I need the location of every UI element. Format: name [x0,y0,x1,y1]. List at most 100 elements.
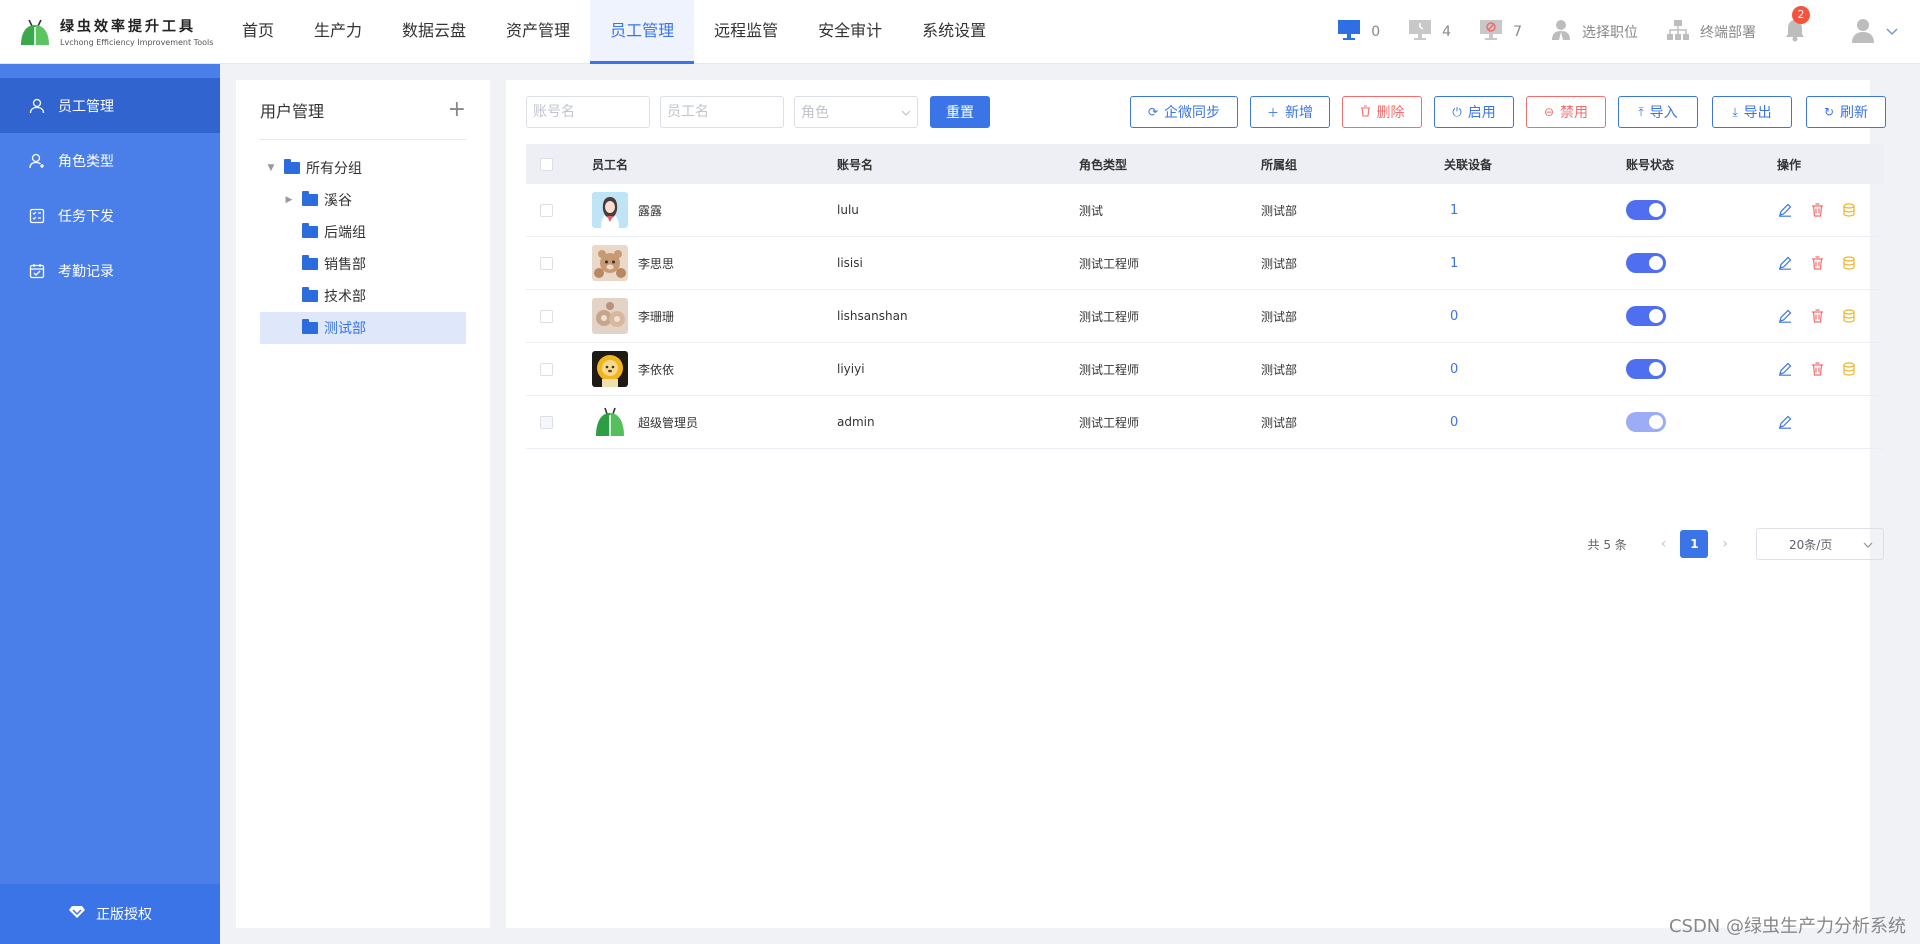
enable-button[interactable]: ⏻ 启用 [1434,96,1514,128]
account-search-input[interactable] [526,96,650,128]
online-count: 0 [1371,24,1381,40]
caret-right-icon[interactable]: ▶ [282,195,296,205]
edit-icon[interactable] [1777,255,1793,271]
tree-node-all-groups[interactable]: ▼ 所有分组 [260,152,466,184]
table-row[interactable]: 露露 lulu 测试 测试部 1 [526,184,1884,237]
add-button[interactable]: ＋ 新增 [1250,96,1330,128]
refresh-icon: ↻ [1823,105,1835,119]
delete-button[interactable]: 删除 [1342,96,1422,128]
group-name: 测试部 [1261,362,1298,377]
col-account-name[interactable]: 账号名 [837,156,1079,173]
notification-button[interactable]: 2 [1784,6,1810,46]
chevron-down-icon [901,104,911,120]
table-row[interactable]: 李珊珊 lishsanshan 测试工程师 测试部 0 [526,290,1884,343]
nav-home[interactable]: 首页 [222,0,294,64]
online-devices[interactable]: 0 [1337,19,1380,45]
col-employee-name[interactable]: 员工名 [592,156,837,173]
status-toggle[interactable] [1626,253,1666,273]
edit-icon[interactable] [1777,414,1793,430]
app-name: 绿虫效率提升工具 [60,19,196,35]
database-icon[interactable] [1841,361,1857,377]
disable-label: 禁用 [1560,105,1589,121]
table-header: 员工名 账号名 角色类型 所属组 关联设备 账号状态 操作 [526,144,1884,184]
task-icon [28,207,46,225]
tree-node-sales[interactable]: 销售部 [260,248,466,280]
delete-icon[interactable] [1809,308,1825,324]
reset-label: 重置 [946,105,974,121]
refresh-button[interactable]: ↻ 刷新 [1806,96,1886,128]
nav-employee-management[interactable]: 员工管理 [590,0,695,64]
device-count[interactable]: 1 [1450,203,1458,218]
nav-security-audit[interactable]: 安全审计 [798,0,902,64]
sidebar-item-task-dispatch[interactable]: 任务下发 [0,188,220,243]
delete-icon[interactable] [1809,361,1825,377]
col-devices[interactable]: 关联设备 [1444,156,1626,173]
row-checkbox[interactable] [540,203,553,217]
wecom-sync-button[interactable]: ⟳ 企微同步 [1130,96,1238,128]
col-role-type[interactable]: 角色类型 [1079,156,1261,173]
table-row[interactable]: 李思思 lisisi 测试工程师 测试部 1 [526,237,1884,290]
bear-avatar [592,245,628,281]
user-icon [28,97,46,115]
page-number-current[interactable]: 1 [1680,530,1709,558]
offline-devices[interactable]: 4 [1408,19,1451,45]
device-count[interactable]: 0 [1450,415,1458,430]
next-page-icon[interactable]: › [1722,536,1728,552]
tree-node-test[interactable]: 测试部 [260,312,466,344]
prev-page-icon[interactable]: ‹ [1661,536,1667,552]
role-select[interactable]: 角色 [794,96,918,128]
sidebar-item-employee-management[interactable]: 员工管理 [0,78,220,133]
sidebar-item-role-type[interactable]: 角色类型 [0,133,220,188]
nav-system-settings[interactable]: 系统设置 [902,0,1006,64]
row-checkbox[interactable] [540,309,553,323]
caret-down-icon[interactable]: ▼ [264,163,278,173]
page-size-select[interactable]: 20条/页 [1756,528,1884,560]
database-icon[interactable] [1841,255,1857,271]
account-name: admin [837,415,875,429]
nav-asset-management[interactable]: 资产管理 [486,0,590,64]
nav-remote-supervision[interactable]: 远程监管 [694,0,798,64]
table-row[interactable]: 李依依 liyiyi 测试工程师 测试部 0 [526,343,1884,396]
user-menu[interactable] [1850,17,1898,47]
sync-label: 企微同步 [1164,105,1221,121]
add-group-button[interactable]: + [448,98,466,121]
status-toggle[interactable] [1626,306,1666,326]
edit-icon[interactable] [1777,202,1793,218]
delete-icon[interactable] [1809,255,1825,271]
reset-button[interactable]: 重置 [930,96,990,128]
license-button[interactable]: 正版授权 [0,884,220,944]
terminal-deploy-button[interactable]: 终端部署 [1666,19,1756,45]
import-button[interactable]: ⤒ 导入 [1618,96,1698,128]
sidebar-item-label: 员工管理 [58,98,114,115]
col-status[interactable]: 账号状态 [1626,156,1777,173]
database-icon[interactable] [1841,202,1857,218]
table-row[interactable]: 超级管理员 admin 测试工程师 测试部 0 [526,396,1884,449]
status-toggle[interactable] [1626,200,1666,220]
nav-cloud-disk[interactable]: 数据云盘 [382,0,486,64]
alert-devices[interactable]: 7 [1479,19,1522,45]
row-checkbox[interactable] [540,362,553,376]
tree-node-tech[interactable]: 技术部 [260,280,466,312]
database-icon[interactable] [1841,308,1857,324]
app-logo[interactable]: 绿虫效率提升工具 Lvchong Efficiency Improvement … [0,0,220,64]
device-count[interactable]: 0 [1450,309,1458,324]
edit-icon[interactable] [1777,361,1793,377]
delete-icon[interactable] [1809,202,1825,218]
export-button[interactable]: ⤓ 导出 [1712,96,1792,128]
tree-node-backend[interactable]: 后端组 [260,216,466,248]
logo-avatar [592,404,628,440]
device-count[interactable]: 0 [1450,362,1458,377]
sidebar-item-attendance[interactable]: 考勤记录 [0,243,220,298]
device-count[interactable]: 1 [1450,256,1458,271]
minus-circle-icon: ⊖ [1543,105,1555,119]
nav-productivity[interactable]: 生产力 [294,0,382,64]
tree-node-xigu[interactable]: ▶ 溪谷 [260,184,466,216]
col-group[interactable]: 所属组 [1261,156,1444,173]
status-toggle[interactable] [1626,359,1666,379]
row-checkbox[interactable] [540,256,553,270]
select-all-checkbox[interactable] [540,157,553,171]
edit-icon[interactable] [1777,308,1793,324]
disable-button[interactable]: ⊖ 禁用 [1526,96,1606,128]
select-position-button[interactable]: 选择职位 [1550,19,1638,45]
employee-search-input[interactable] [660,96,784,128]
